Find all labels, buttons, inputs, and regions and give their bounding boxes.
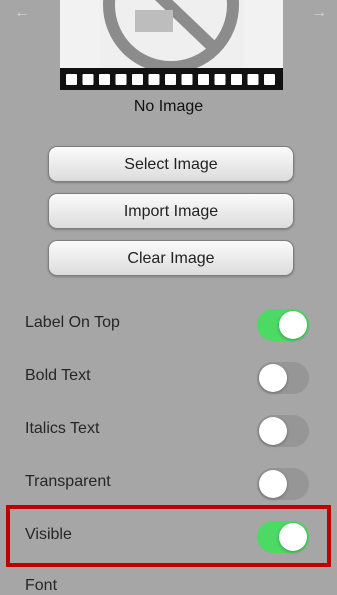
film-perforation <box>115 74 127 85</box>
film-perforation <box>264 74 275 85</box>
toggle-row-label-on-top: Label On Top <box>0 298 337 350</box>
highlight-box <box>6 505 331 567</box>
film-perforation <box>132 74 143 85</box>
toggle-label: Bold Text <box>25 367 91 384</box>
film-perforation <box>247 74 259 85</box>
select-image-button[interactable]: Select Image <box>48 146 294 182</box>
switch-knob <box>259 364 287 392</box>
film-perforation <box>99 74 110 85</box>
toggle-row-italics-text: Italics Text <box>0 404 337 456</box>
switch-knob <box>259 470 287 498</box>
no-image-caption: No Image <box>133 98 204 115</box>
film-perforation <box>148 74 160 85</box>
film-perforation <box>231 74 242 85</box>
film-strip <box>60 68 283 90</box>
switch-knob <box>259 417 287 445</box>
film-perforation <box>198 74 209 85</box>
film-perforation <box>66 74 77 85</box>
label-on-top-switch[interactable] <box>257 309 309 341</box>
toggle-row-bold-text: Bold Text <box>0 351 337 403</box>
toggle-row-transparent: Transparent <box>0 457 337 509</box>
film-perforation <box>82 74 94 85</box>
left-arrow-icon[interactable]: ← <box>14 4 30 22</box>
toggle-label: Label On Top <box>25 314 120 331</box>
clear-image-button[interactable]: Clear Image <box>48 240 294 276</box>
toggle-label: Italics Text <box>25 420 100 437</box>
font-section-label: Font <box>25 577 58 594</box>
import-image-button[interactable]: Import Image <box>48 193 294 229</box>
film-perforation <box>181 74 193 85</box>
film-perforation <box>165 74 176 85</box>
transparent-switch[interactable] <box>257 468 309 500</box>
bold-text-switch[interactable] <box>257 362 309 394</box>
right-arrow-icon[interactable]: → <box>311 4 327 22</box>
switch-knob <box>279 311 307 339</box>
toggle-label: Transparent <box>25 473 111 490</box>
film-perforation <box>214 74 226 85</box>
italics-text-switch[interactable] <box>257 415 309 447</box>
